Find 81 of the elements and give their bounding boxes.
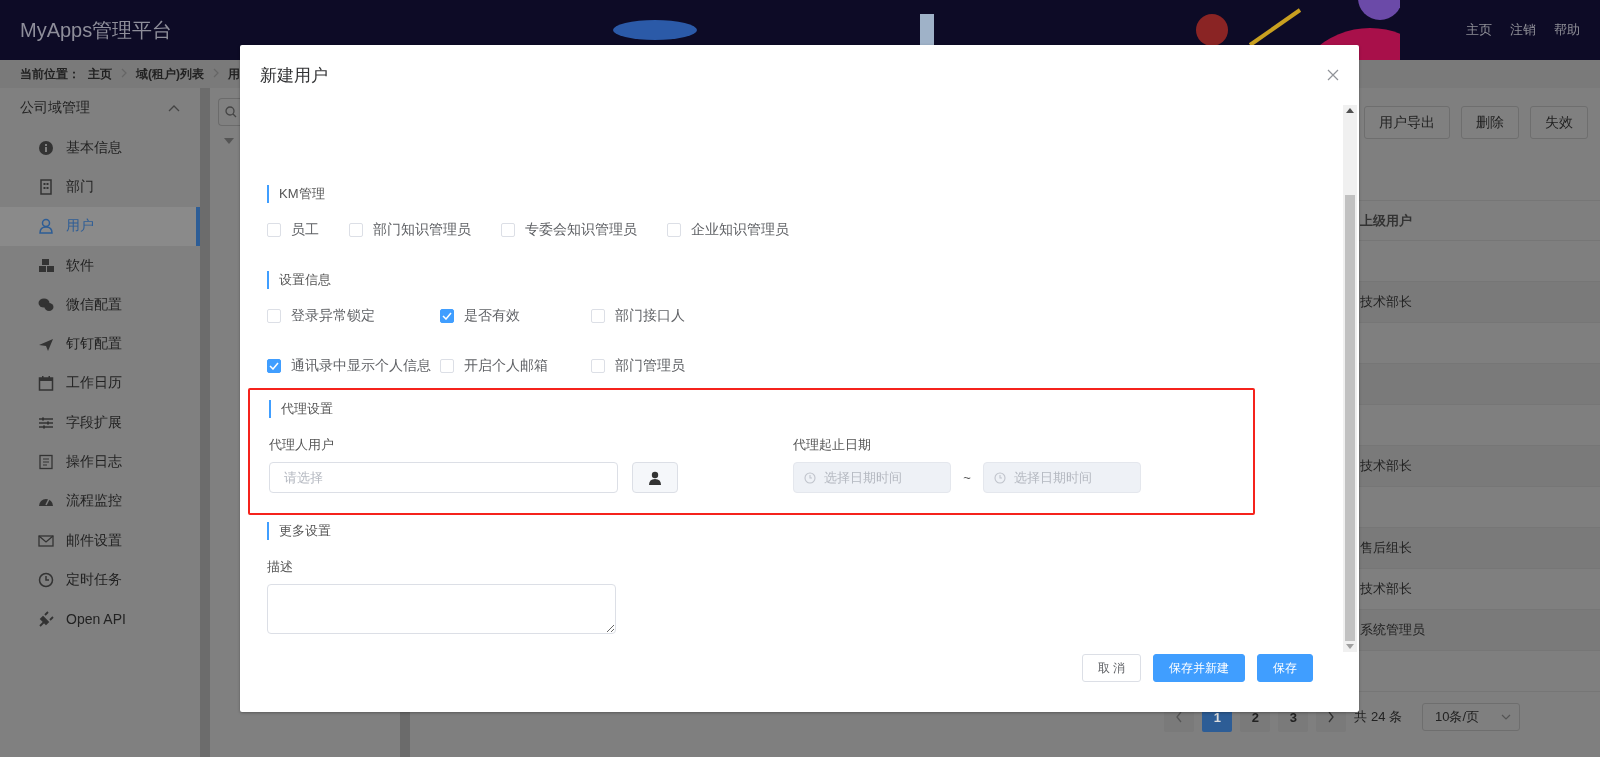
dialog-button[interactable]: 取 消 xyxy=(1081,654,1141,682)
dialog-title: 新建用户 xyxy=(260,64,328,87)
checkbox[interactable] xyxy=(440,308,454,323)
sidebar-item[interactable]: 操作日志 xyxy=(0,442,200,482)
cubes-icon xyxy=(38,257,54,274)
table-cell: 技术部长 xyxy=(1360,293,1412,311)
chevron-left-icon xyxy=(1175,711,1184,723)
dialog-button[interactable]: 保存并新建 xyxy=(1153,654,1245,682)
checkbox-label: 部门知识管理员 xyxy=(373,221,471,238)
sidebar-item[interactable]: 基本信息 xyxy=(0,128,200,168)
checkbox-label: 部门管理员 xyxy=(615,357,685,374)
checkbox[interactable] xyxy=(267,358,281,373)
chevron-right-icon xyxy=(1327,711,1336,723)
field-label: 代理起止日期 xyxy=(793,436,872,454)
toolbar-button[interactable]: 删除 xyxy=(1461,106,1519,139)
input-field[interactable]: 请选择 xyxy=(269,462,618,493)
sidebar-item[interactable]: 微信配置 xyxy=(0,285,200,325)
user-icon xyxy=(648,470,662,485)
caret-icon[interactable] xyxy=(224,138,234,144)
mail-icon xyxy=(38,532,54,549)
range-separator: ~ xyxy=(962,470,972,485)
checkbox-label: 开启个人邮箱 xyxy=(464,357,548,374)
checkbox-label: 部门接口人 xyxy=(615,307,685,324)
clock-icon xyxy=(38,571,54,588)
search-icon xyxy=(225,106,237,118)
field-label: 描述 xyxy=(267,558,294,576)
checkbox-label: 专委会知识管理员 xyxy=(525,221,637,238)
field-label: 代理人用户 xyxy=(269,436,335,454)
nav-link[interactable]: 帮助 xyxy=(1554,21,1580,39)
sidebar-item[interactable]: 工作日历 xyxy=(0,363,200,404)
dialog-button[interactable]: 保存 xyxy=(1257,654,1313,682)
checkbox-label: 员工 xyxy=(291,221,319,238)
clock-icon xyxy=(994,471,1006,484)
chevron-icon[interactable] xyxy=(168,104,180,112)
sidebar-item[interactable]: 流程监控 xyxy=(0,481,200,521)
breadcrumb-label: 当前位置： xyxy=(20,65,80,83)
sidebar-item[interactable]: 字段扩展 xyxy=(0,403,200,443)
sidebar-item[interactable]: 软件 xyxy=(0,245,200,286)
sidebar-item[interactable]: 部门 xyxy=(0,167,200,207)
table-cell: 售后组长 xyxy=(1360,539,1412,557)
section-title: 代理设置 xyxy=(269,400,1253,418)
info-icon xyxy=(38,139,54,156)
breadcrumb-link[interactable]: 域(租户)列表 xyxy=(136,65,204,83)
select-user-button[interactable] xyxy=(632,462,678,493)
sidebar-item[interactable]: 钉钉配置 xyxy=(0,324,200,364)
toolbar-button[interactable]: 失效 xyxy=(1530,106,1588,139)
sidebar-item[interactable]: 定时任务 xyxy=(0,560,200,600)
caret-icon xyxy=(1501,714,1511,720)
document-icon xyxy=(38,454,54,470)
description-field[interactable] xyxy=(267,584,616,634)
nav-link[interactable]: 注销 xyxy=(1510,21,1536,39)
checkbox-label: 企业知识管理员 xyxy=(691,221,789,238)
user-icon xyxy=(38,218,54,235)
table-cell: 系统管理员 xyxy=(1360,621,1425,639)
column-header: 上级用户 xyxy=(1360,211,1412,230)
scroll-up-icon[interactable] xyxy=(1346,108,1354,113)
page-size-select[interactable]: 10条/页 xyxy=(1422,703,1520,731)
app-title: MyApps管理平台 xyxy=(19,17,173,43)
table-cell: 技术部长 xyxy=(1360,580,1412,598)
checkbox-label: 登录异常锁定 xyxy=(291,307,375,324)
total-count: 共 24 条 xyxy=(1354,708,1402,726)
table-cell: 技术部长 xyxy=(1360,457,1412,475)
breadcrumb-link[interactable]: 主页 xyxy=(88,65,112,83)
breadcrumb-link[interactable]: 用 xyxy=(228,65,240,83)
calendar-icon xyxy=(38,375,54,392)
plug-icon xyxy=(38,611,54,628)
sidebar-title: 公司域管理 xyxy=(20,99,90,117)
toolbar-button[interactable]: 用户导出 xyxy=(1364,106,1450,139)
clock-icon xyxy=(804,471,816,484)
chat-icon xyxy=(38,296,54,313)
sidebar-item[interactable]: 邮件设置 xyxy=(0,520,200,561)
scrollbar[interactable] xyxy=(1343,105,1357,652)
splitter-bar[interactable] xyxy=(200,88,210,757)
building-icon xyxy=(38,178,54,195)
nav-link[interactable]: 主页 xyxy=(1466,21,1492,39)
plane-icon xyxy=(38,336,54,353)
sidebar-item[interactable]: Open API xyxy=(0,599,200,639)
close-icon[interactable] xyxy=(1327,69,1339,81)
checkbox-label: 是否有效 xyxy=(464,307,520,324)
checkbox-label: 通讯录中显示个人信息 xyxy=(291,357,431,374)
scroll-down-icon[interactable] xyxy=(1346,644,1354,649)
